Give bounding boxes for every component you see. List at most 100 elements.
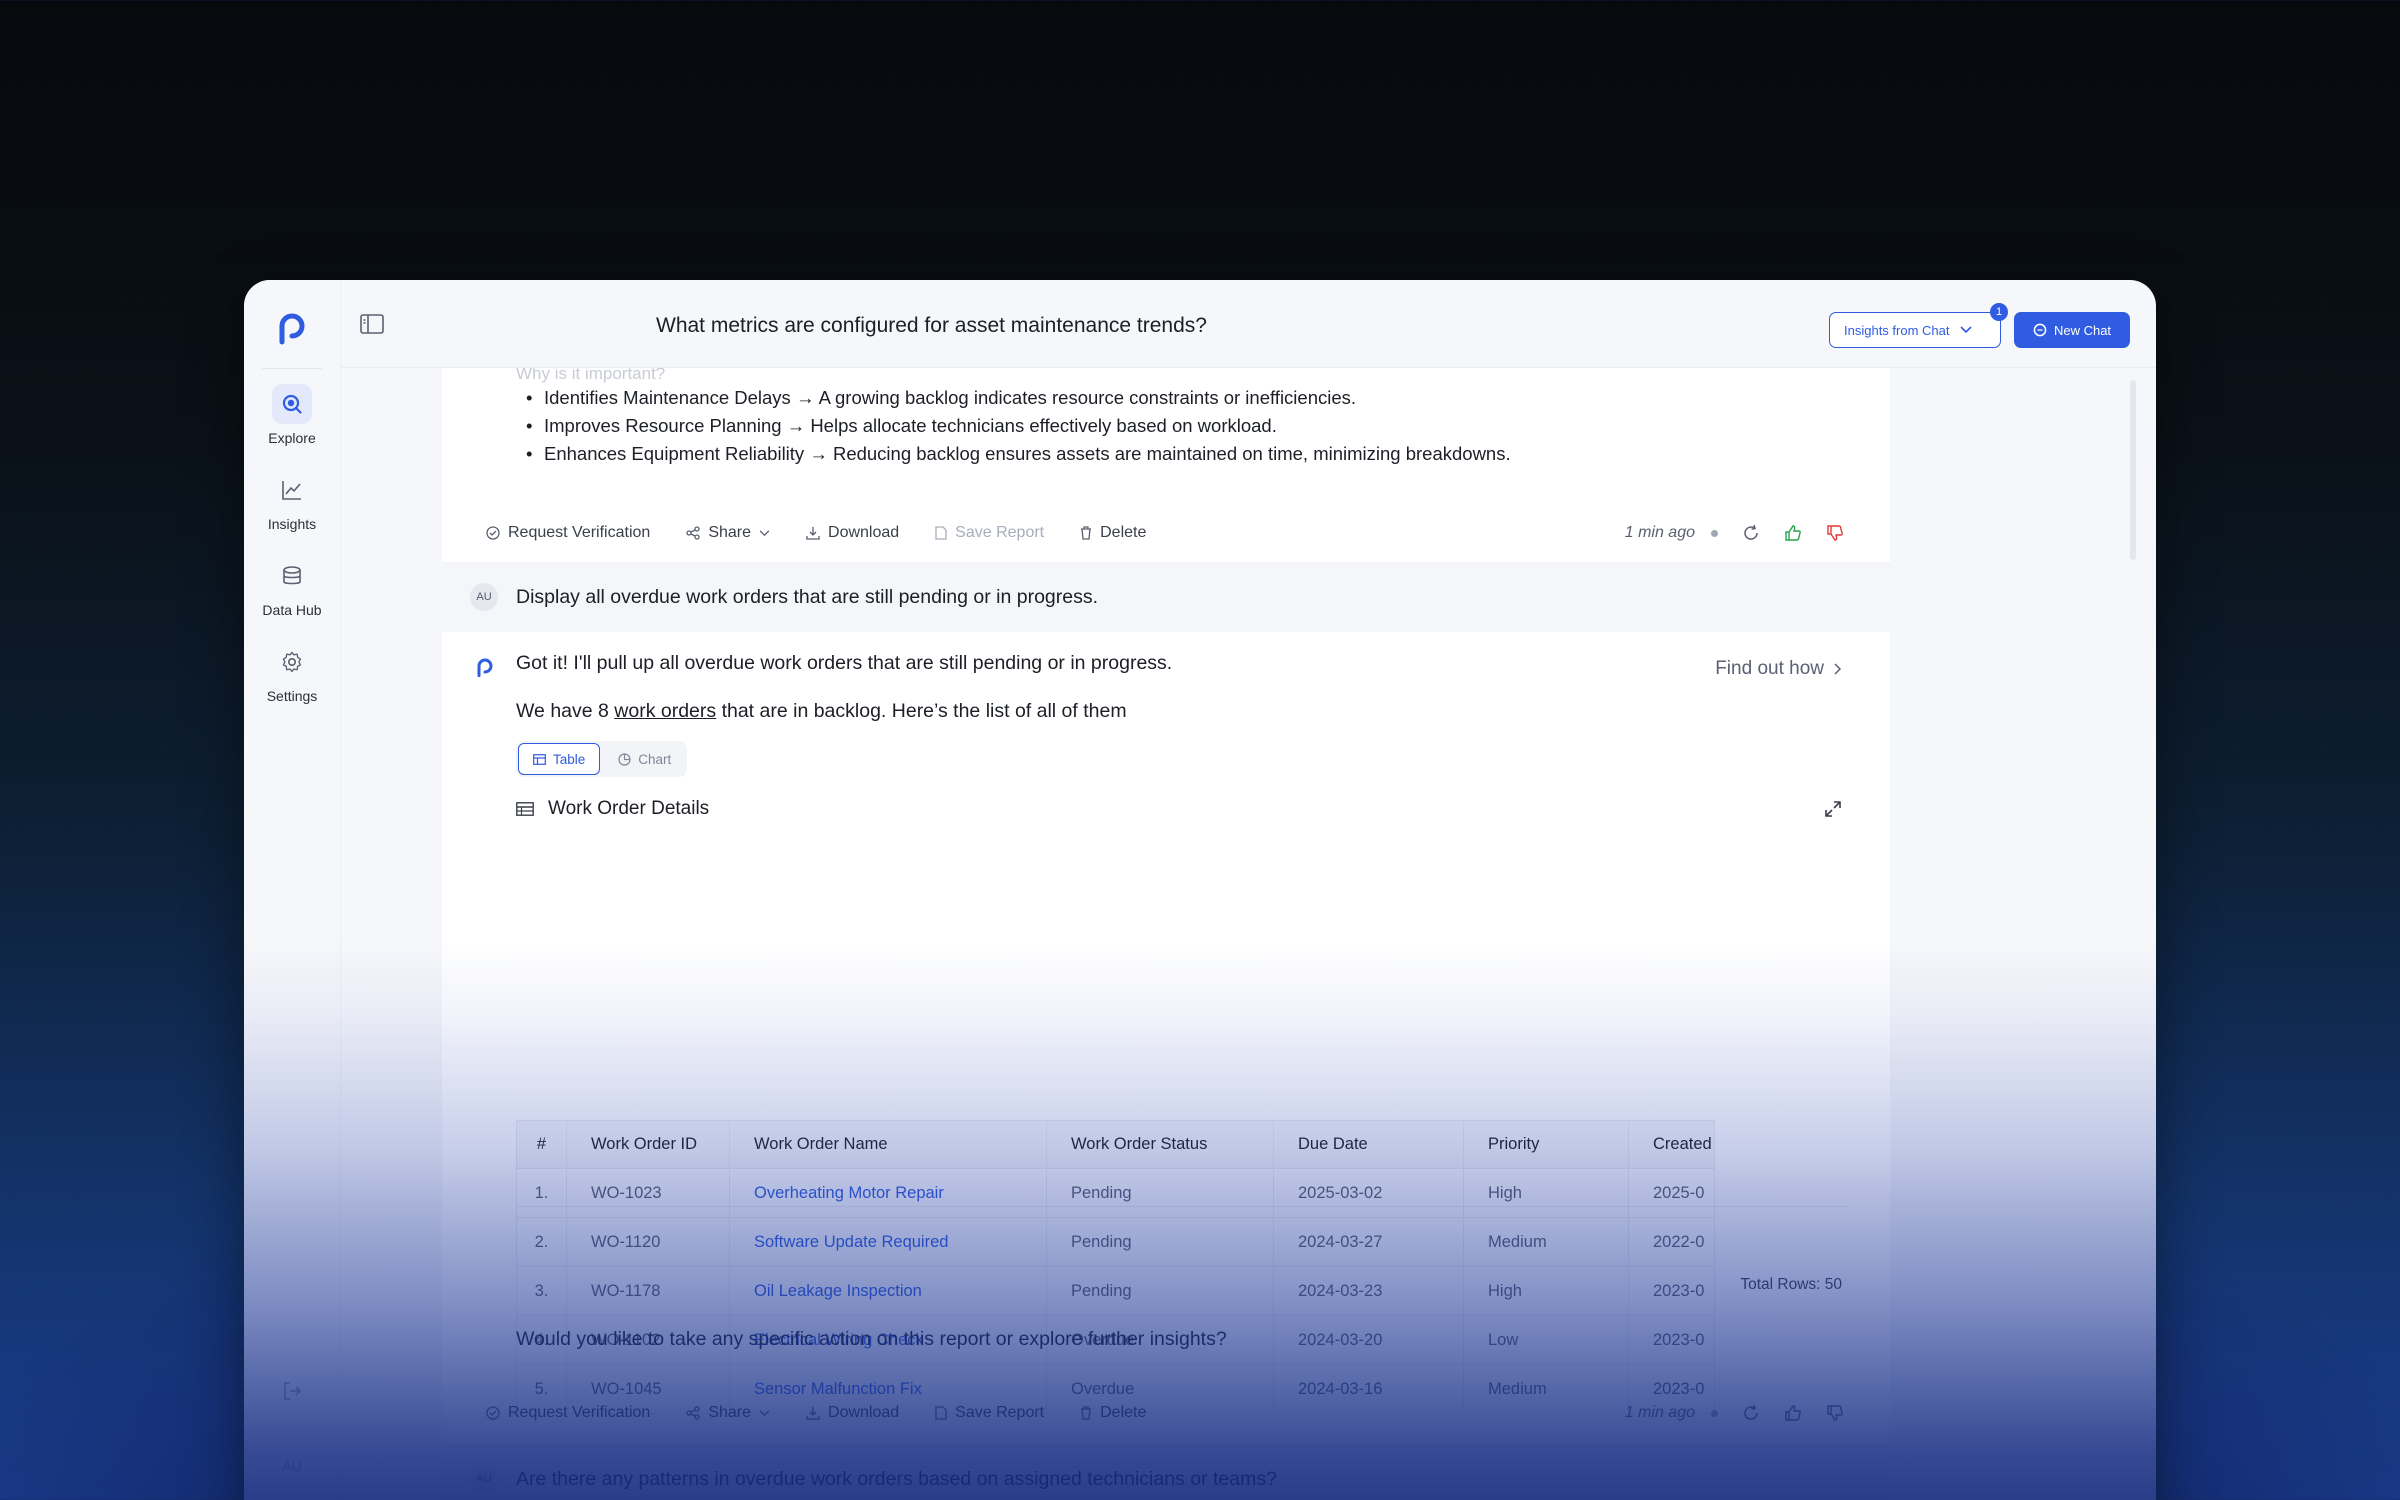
- timestamp: 1 min ago: [1624, 524, 1695, 541]
- table-icon: [533, 753, 546, 765]
- sidebar-border: [340, 280, 341, 1500]
- table-cell: 1.: [516, 1168, 567, 1218]
- work-order-name-link[interactable]: Overheating Motor Repair: [729, 1168, 1047, 1218]
- new-chat-label: New Chat: [2053, 322, 2112, 338]
- refresh-icon[interactable]: [1742, 1404, 1760, 1422]
- sidebar-toggle-icon[interactable]: [360, 314, 384, 334]
- user-message-text: Display all overdue work orders that are…: [516, 585, 1099, 608]
- thumbs-down-icon[interactable]: [1826, 524, 1844, 542]
- assistant-summary: We have 8 work orders that are in backlo…: [516, 700, 1127, 723]
- user-message-text: Are there any patterns in overdue work o…: [516, 1467, 1277, 1490]
- delete-button[interactable]: Delete: [1080, 524, 1146, 542]
- table-cell: Pending: [1046, 1168, 1274, 1218]
- download-icon: [806, 527, 820, 540]
- sidebar-item-settings[interactable]: Settings: [244, 642, 340, 704]
- check-circle-icon: [486, 1406, 500, 1420]
- logout-icon[interactable]: [244, 1380, 340, 1405]
- thumbs-up-icon[interactable]: [1784, 524, 1802, 542]
- action-label: Share: [708, 524, 752, 541]
- work-order-name-link[interactable]: Software Update Required: [729, 1217, 1047, 1267]
- chevron-down-icon: [1959, 326, 1972, 334]
- list-item: Enhances Equipment Reliability → Reducin…: [526, 440, 1511, 468]
- share-icon: [686, 1406, 700, 1420]
- action-label: Download: [828, 1404, 900, 1421]
- separator-dot: [1711, 529, 1718, 537]
- table-cell: 2022-0: [1628, 1217, 1715, 1267]
- table-cell: 2024-03-20: [1273, 1315, 1464, 1365]
- notification-badge: 1: [1990, 303, 2008, 321]
- thumbs-down-icon[interactable]: [1826, 1404, 1844, 1422]
- chevron-down-icon: [759, 1409, 770, 1416]
- download-button[interactable]: Download: [806, 1404, 899, 1422]
- tab-chart[interactable]: Chart: [604, 743, 685, 775]
- action-label: Request Verification: [508, 1404, 651, 1421]
- table-header-cell[interactable]: Due Date: [1273, 1120, 1464, 1169]
- summary-text: We have 8: [516, 700, 615, 722]
- sidebar-item-insights[interactable]: Insights: [244, 470, 340, 532]
- app-logo[interactable]: [274, 306, 310, 346]
- insights-btn-label: Insights from Chat: [1844, 322, 1950, 338]
- sidebar-item-label: Data Hub: [262, 602, 322, 618]
- message-meta: 1 min ago: [1625, 1404, 1844, 1422]
- table-row: 1. WO-1023 Overheating Motor Repair Pending…: [516, 1168, 1715, 1218]
- table-cell: WO-1023: [566, 1168, 730, 1218]
- expand-icon[interactable]: [1824, 800, 1842, 818]
- table-cell: 3.: [516, 1266, 567, 1316]
- work-order-name-link[interactable]: Oil Leakage Inspection: [729, 1266, 1047, 1316]
- assistant-intro: Got it! I'll pull up all overdue work or…: [516, 652, 1173, 674]
- section-title: Work Order Details: [516, 798, 709, 820]
- sidebar-divider: [262, 368, 322, 369]
- table-cell: Pending: [1046, 1266, 1274, 1316]
- save-report-button[interactable]: Save Report: [935, 1404, 1044, 1422]
- action-label: Share: [708, 1404, 752, 1421]
- document-icon: [935, 526, 947, 540]
- table-cell: 2023-0: [1628, 1315, 1715, 1365]
- table-header-cell[interactable]: Priority: [1463, 1120, 1629, 1169]
- request-verification-button[interactable]: Request Verification: [486, 524, 650, 542]
- refresh-icon[interactable]: [1742, 524, 1760, 542]
- share-button[interactable]: Share: [686, 524, 770, 542]
- sidebar-item-data-hub[interactable]: Data Hub: [244, 556, 340, 618]
- view-tabs: Table Chart: [516, 741, 688, 777]
- sidebar-item-explore[interactable]: Explore: [244, 384, 340, 446]
- tab-label: Chart: [638, 751, 672, 767]
- insights-from-chat-dropdown[interactable]: Insights from Chat 1: [1829, 303, 2008, 348]
- trash-icon: [1081, 1406, 1092, 1420]
- list-item: Identifies Maintenance Delays → A growin…: [526, 384, 1511, 412]
- find-out-how-link[interactable]: Find out how: [1715, 658, 1842, 680]
- table-cell: Pending: [1046, 1217, 1274, 1267]
- total-rows: Total Rows: 50: [1740, 1276, 1842, 1293]
- download-button[interactable]: Download: [806, 524, 899, 542]
- table-cell: 2025-0: [1628, 1168, 1715, 1218]
- table-header-cell[interactable]: Work Order Name: [729, 1120, 1047, 1169]
- search-icon: [272, 384, 312, 424]
- tab-table[interactable]: Table: [518, 743, 601, 775]
- table-header-cell[interactable]: #: [516, 1120, 567, 1169]
- share-icon: [686, 526, 700, 540]
- work-orders-link[interactable]: work orders: [614, 700, 716, 722]
- table-cell: High: [1463, 1266, 1629, 1316]
- new-chat-button[interactable]: New Chat: [2014, 312, 2130, 348]
- request-verification-button[interactable]: Request Verification: [486, 1404, 650, 1422]
- table-header-cell[interactable]: Work Order ID: [566, 1120, 730, 1169]
- table-cell: WO-1120: [566, 1217, 730, 1267]
- chevron-right-icon: [1834, 663, 1842, 675]
- delete-button[interactable]: Delete: [1080, 1404, 1146, 1422]
- chat-feed: Why is it important? Identifies Maintena…: [442, 368, 1890, 1500]
- separator-dot: [1711, 1409, 1718, 1417]
- user-message: AU Are there any patterns in overdue wor…: [442, 1444, 1890, 1500]
- message-actions: Request Verification Share Download Save…: [486, 518, 1844, 548]
- scrollbar[interactable]: [2130, 380, 2136, 560]
- thumbs-up-icon[interactable]: [1784, 1404, 1802, 1422]
- user-avatar[interactable]: AU: [244, 1458, 340, 1474]
- chat-bubble-icon: [2033, 323, 2047, 337]
- table-header-cell[interactable]: Work Order Status: [1046, 1120, 1274, 1169]
- share-button[interactable]: Share: [686, 1404, 770, 1422]
- save-report-button[interactable]: Save Report: [935, 524, 1044, 542]
- chat-title: What metrics are configured for asset ma…: [656, 314, 1207, 337]
- work-order-table: # Work Order ID Work Order Name Work Order …: [516, 1120, 1715, 1414]
- action-label: Delete: [1100, 524, 1147, 541]
- table-cell: High: [1463, 1168, 1629, 1218]
- table-header-cell[interactable]: Created: [1628, 1120, 1715, 1169]
- sidebar-item-label: Settings: [266, 688, 318, 704]
